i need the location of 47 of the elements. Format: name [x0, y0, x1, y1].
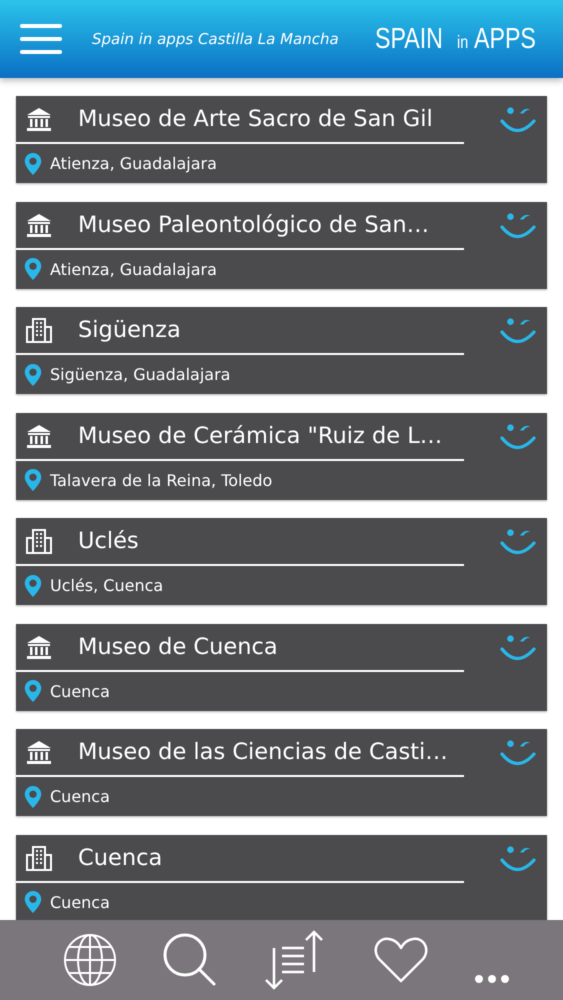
globe-icon[interactable]	[63, 933, 118, 987]
museum-icon	[26, 634, 52, 658]
location-pin-icon	[24, 152, 42, 174]
location-pin-icon	[24, 786, 42, 808]
app-title: Spain in apps Castilla La Mancha	[92, 30, 340, 48]
place-location: Atienza, Guadalajara	[50, 154, 217, 173]
place-name: Museo de las Ciencias de Casti…	[78, 739, 448, 765]
place-location: Cuenca	[50, 892, 110, 912]
museum-icon	[26, 212, 52, 236]
logo: SPAIN in APPS	[374, 22, 537, 56]
museum-icon	[26, 740, 52, 764]
place-card[interactable]: Sigüenza Sigüenza, Guadalajara	[16, 307, 547, 394]
search-icon[interactable]	[163, 933, 218, 987]
place-name: Museo de Arte Sacro de San Gil	[78, 106, 433, 132]
place-name: Cuenca	[78, 844, 162, 870]
heart-icon[interactable]	[374, 936, 428, 984]
place-location: Cuenca	[50, 787, 110, 806]
menu-icon[interactable]	[20, 23, 62, 55]
place-name: Museo de Cuenca	[78, 634, 278, 660]
location-pin-icon	[24, 364, 42, 386]
place-location: Talavera de la Reina, Toledo	[50, 470, 272, 490]
place-card[interactable]: Museo de Arte Sacro de San Gil Atienza, Guadalajara	[16, 96, 547, 183]
place-card[interactable]: Museo Paleontológico de San… Atienza, Guadalajara	[16, 202, 547, 288]
place-card[interactable]: Museo de Cuenca Cuenca	[16, 624, 547, 710]
location-pin-icon	[24, 891, 42, 913]
location-pin-icon	[24, 680, 42, 702]
place-card[interactable]: Museo de Cerámica "Ruiz de L… Talavera de la Reina, Toledo	[16, 412, 547, 500]
place-card[interactable]: Cuenca Cuenca	[16, 834, 547, 920]
place-location: Cuenca	[50, 682, 110, 700]
more-icon[interactable]	[474, 974, 510, 984]
location-pin-icon	[24, 258, 42, 280]
buildings-icon	[26, 844, 52, 870]
buildings-icon	[26, 528, 52, 554]
buildings-icon	[26, 317, 52, 343]
place-name: Uclés	[78, 528, 139, 554]
place-location: Atienza, Guadalajara	[50, 260, 217, 278]
place-card[interactable]: Museo de las Ciencias de Casti… Cuenca	[16, 729, 547, 816]
museum-icon	[26, 424, 52, 448]
place-location: Sigüenza, Guadalajara	[50, 365, 230, 384]
place-card[interactable]: Uclés Uclés, Cuenca	[16, 518, 547, 605]
museum-icon	[26, 107, 52, 131]
place-name: Sigüenza	[78, 317, 181, 343]
place-name: Museo Paleontológico de San…	[78, 212, 430, 238]
place-name: Museo de Cerámica "Ruiz de L…	[78, 422, 442, 448]
location-pin-icon	[24, 574, 42, 596]
place-location: Uclés, Cuenca	[50, 576, 164, 595]
location-pin-icon	[24, 469, 42, 491]
